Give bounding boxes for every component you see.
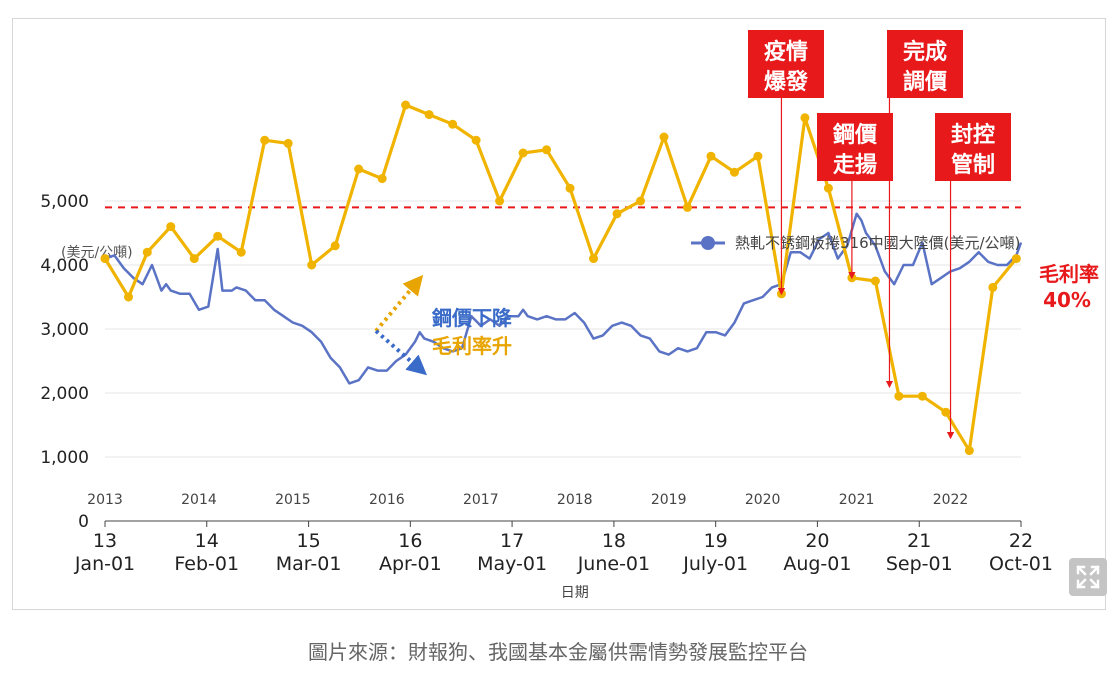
gross-margin-point [236,247,246,257]
gross-margin-point [589,254,599,264]
x-tick-year: 17 [500,530,524,552]
gross-margin-point [354,164,364,174]
gross-margin-point [894,391,904,401]
chart-frame: 0 1,000 2,000 3,000 4,000 5,000 (美元/公噸) 2013 201… [12,18,1106,610]
annotation-text-price-adjust: 完成 [903,39,947,65]
annotation-text-pandemic: 爆發 [764,70,808,95]
gross-margin-point [377,174,387,184]
x-tick-year: 13 [93,530,117,552]
x-tick-year: 14 [195,530,219,552]
gross-margin-point [123,292,133,302]
x-tick-year: 22 [1009,530,1033,552]
gross-margin-point [283,138,293,148]
gross-margin-point [448,119,458,129]
gross-margin-point [870,276,880,286]
y-tick-label: 1,000 [40,448,89,468]
year-label: 2022 [933,492,969,508]
note-steel-price-down: 鋼價下降 [432,306,513,330]
gross-margin-point [542,145,552,155]
y-axis-label: (美元/公噸) [61,245,133,261]
y-tick-label: 5,000 [40,192,89,212]
gross-margin-point [729,167,739,177]
threshold-label: 毛利率 [1039,262,1099,286]
x-tick-month: Apr-01 [379,553,442,575]
x-tick-year: 20 [805,530,829,552]
x-tick-year: 15 [296,530,320,552]
x-axis-label: 日期 [561,585,589,601]
note-margin-up: 毛利率升 [432,334,512,358]
gross-margin-point [424,110,434,120]
y-tick-label: 2,000 [40,384,89,404]
year-label: 2020 [745,492,781,508]
x-tick-month: Aug-01 [783,553,851,575]
gross-margin-point [330,241,340,251]
x-tick-year: 18 [602,530,626,552]
year-label: 2021 [839,492,875,508]
x-tick-month: Jan-01 [74,553,135,575]
x-tick-year: 16 [398,530,422,552]
gross-margin-point [706,151,716,161]
legend-label-steel-price: 熱軋不銹鋼板捲316中國大陸價(美元/公噸) [735,234,1020,252]
annotation-text-lockdown: 管制 [951,152,995,178]
x-tick-month: Sep-01 [886,553,953,575]
gross-margin-point [565,183,575,193]
annotation-text-price-adjust: 調價 [903,69,948,95]
arrow-margin-up [374,274,424,333]
annotation-text-pandemic: 疫情 [764,39,808,65]
gross-margin-point [682,202,692,212]
gross-margin-point [917,391,927,401]
y-tick-label: 3,000 [40,320,89,340]
y-tick-label: 0 [78,512,89,532]
x-tick-year: 19 [704,530,728,552]
gross-margin-point [988,282,998,292]
x-tick-month: Feb-01 [174,553,239,575]
gross-margin-point [659,132,669,142]
x-tick-month: July-01 [682,553,748,575]
gross-margin-point [166,222,176,232]
gross-margin-point [100,254,110,264]
legend-marker-steel-price [701,236,715,250]
gross-margin-point [964,446,974,456]
annotation-text-steel-rise: 鋼價 [832,122,878,148]
x-tick-month: Oct-01 [989,553,1053,575]
x-tick-month: Mar-01 [276,553,342,575]
year-label: 2018 [557,492,593,508]
x-tick-month: May-01 [477,553,547,575]
gross-margin-point [189,254,199,264]
year-label: 2019 [651,492,687,508]
expand-button[interactable] [1069,558,1107,596]
gross-margin-point [495,196,505,206]
gross-margin-point [800,113,810,123]
gross-margin-point [213,231,223,241]
year-label: 2014 [181,492,217,508]
gross-margin-point [612,209,622,219]
year-label: 2016 [369,492,405,508]
year-label: 2013 [87,492,123,508]
x-tick-month: June-01 [577,553,650,575]
gross-margin-point [636,196,646,206]
gross-margin-point [518,148,528,158]
year-label: 2017 [463,492,499,508]
gross-margin-point [1011,254,1021,264]
gross-margin-point [307,260,317,270]
gross-margin-point [941,407,951,417]
year-label: 2015 [275,492,311,508]
threshold-value: 40% [1043,288,1091,312]
arrow-price-down [374,329,428,376]
expand-icon [1076,565,1100,589]
gross-margin-point [471,135,481,145]
gross-margin-point [142,247,152,257]
gross-margin-point [401,100,411,110]
gross-margin-point [823,183,833,193]
annotation-text-lockdown: 封控 [951,122,995,148]
gross-margin-point [260,135,270,145]
line-chart: 01,0002,0003,0004,0005,000(美元/公噸)2013 201… [40,30,1099,601]
image-source-caption: 圖片來源：財報狗、我國基本金屬供需情勢發展監控平台 [308,640,808,664]
annotation-text-steel-rise: 走揚 [833,152,877,178]
gross-margin-point [753,151,763,161]
x-tick-year: 21 [907,530,931,552]
